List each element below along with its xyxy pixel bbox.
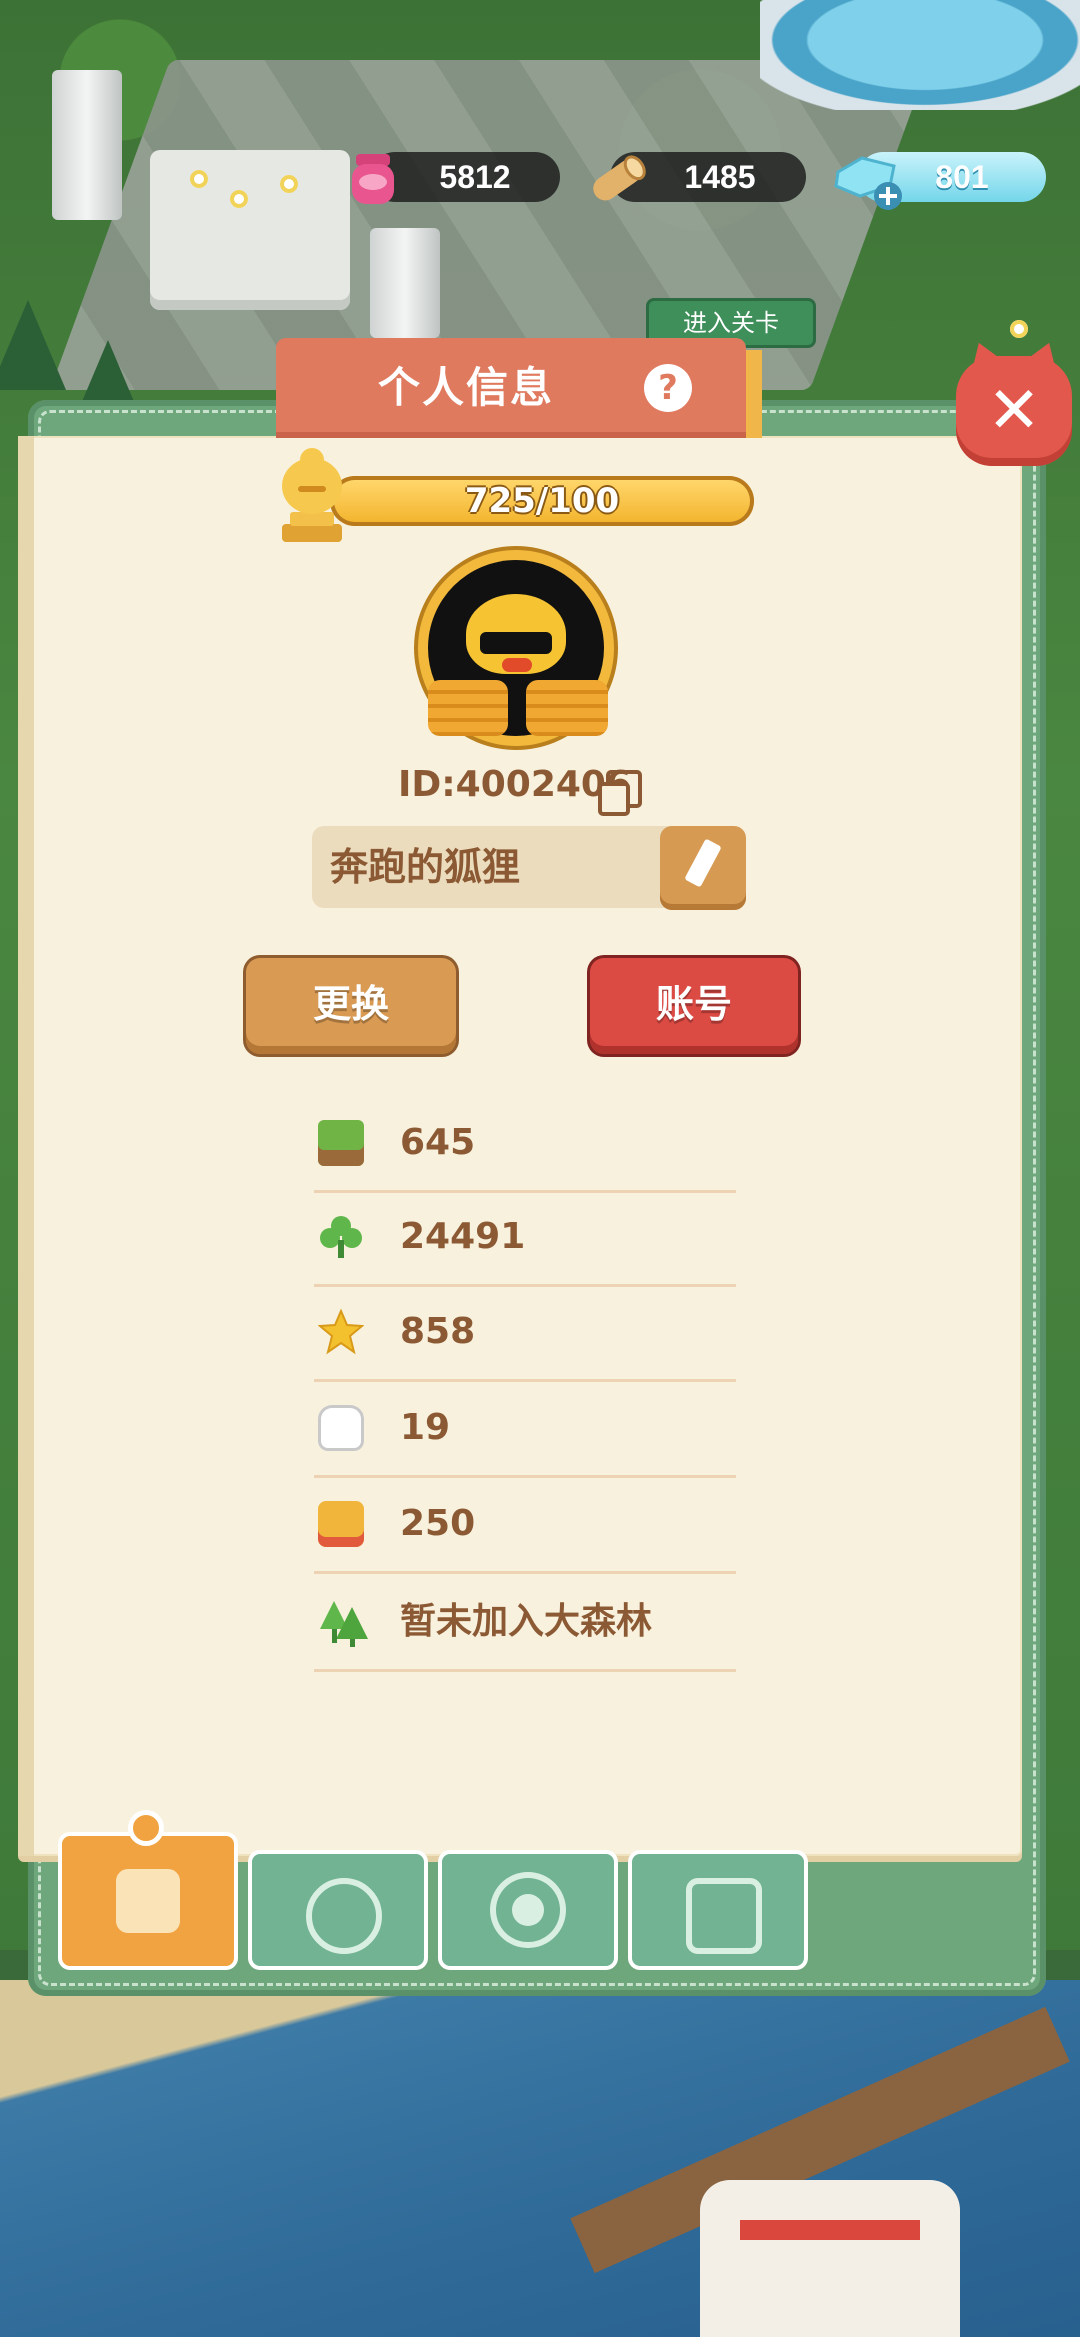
pencil-icon — [684, 838, 722, 888]
gear-icon — [496, 1878, 560, 1942]
wood-log-icon — [586, 150, 648, 208]
stat-value: 645 — [400, 1122, 476, 1163]
stat-row-likes: 19 — [314, 1381, 736, 1478]
change-avatar-button[interactable]: 更换 — [246, 958, 456, 1054]
copy-icon[interactable] — [598, 770, 642, 816]
pine-tree — [0, 300, 66, 390]
flower-planter — [150, 150, 350, 310]
stat-value: 19 — [400, 1407, 451, 1448]
panel-title: 个人信息 — [377, 363, 554, 412]
stat-row-grass: 645 — [314, 1096, 736, 1193]
forest-icon — [318, 1599, 368, 1647]
jam-count: 5812 — [439, 159, 511, 195]
profile-card-icon — [116, 1869, 180, 1933]
close-button[interactable]: ✕ — [956, 356, 1072, 466]
tab-ring — [128, 1810, 164, 1846]
diamond-plus-icon[interactable] — [832, 152, 902, 214]
sail-ship — [700, 2180, 960, 2337]
album-icon — [686, 1878, 762, 1954]
flower — [190, 170, 208, 188]
stat-value: 24491 — [400, 1216, 526, 1257]
avatar-beak — [502, 658, 532, 672]
flower — [280, 175, 298, 193]
page-bookmark-notch — [850, 1830, 878, 1846]
coin-stack — [526, 680, 608, 736]
stat-row-star: 858 — [314, 1285, 736, 1382]
level-progress-bar: 725/100 — [330, 476, 754, 526]
stone-pillar — [52, 70, 122, 220]
badge-icon — [306, 1878, 382, 1954]
avatar-sunglasses — [480, 632, 552, 654]
thumbs-up-icon — [318, 1405, 364, 1451]
settings-gear-tab[interactable] — [438, 1850, 618, 1970]
stat-row-clover: 24491 — [314, 1190, 736, 1287]
grass-block-icon — [318, 1120, 364, 1166]
flower — [230, 190, 248, 208]
coin-stack — [428, 680, 508, 736]
trophy-statue-icon — [268, 446, 356, 546]
jam-jar-icon — [350, 152, 396, 208]
star-icon — [317, 1308, 365, 1355]
stone-pillar — [370, 228, 440, 338]
player-id: ID:4002406 — [398, 764, 632, 805]
profile-card-tab[interactable] — [58, 1810, 238, 1970]
stat-row-forest: 暂未加入大森林 — [314, 1575, 736, 1672]
account-button[interactable]: 账号 — [590, 958, 798, 1054]
stat-value: 250 — [400, 1503, 476, 1544]
help-button[interactable]: ? — [644, 364, 692, 412]
badge-tab[interactable] — [248, 1850, 428, 1970]
stat-value: 暂未加入大森林 — [400, 1601, 653, 1642]
flower — [1010, 320, 1028, 338]
level-progress-text: 725/100 — [464, 481, 620, 521]
stat-value: 858 — [400, 1311, 476, 1352]
book-spine — [18, 436, 34, 1856]
bus-icon — [318, 1501, 364, 1547]
fountain-pool — [760, 0, 1080, 110]
jam-resource-counter[interactable]: 5812 — [370, 152, 560, 202]
player-id-row: ID:4002406 — [360, 758, 680, 816]
stat-row-bus: 250 — [314, 1477, 736, 1574]
edit-nickname-button[interactable] — [660, 826, 746, 910]
clover-icon — [318, 1214, 364, 1260]
album-tab[interactable] — [628, 1850, 808, 1970]
nickname: 奔跑的狐狸 — [330, 845, 521, 889]
panel-title-tab: 个人信息 ? — [276, 338, 762, 438]
